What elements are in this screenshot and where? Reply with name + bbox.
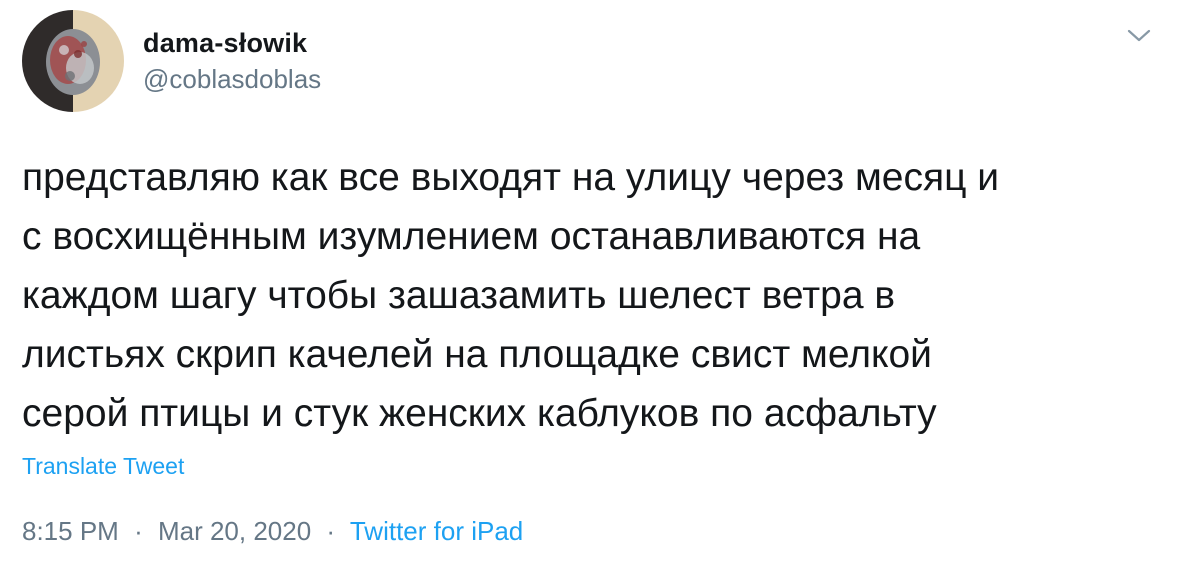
chevron-down-icon[interactable] [1124,26,1154,46]
tweet-text-line: каждом шагу чтобы зашазамить шелест ветр… [22,274,896,317]
meta-separator: · [134,516,143,546]
tweet-text-line: с восхищённым изумлением останавливаются… [22,215,921,258]
translate-tweet-link[interactable]: Translate Tweet [22,453,184,480]
avatar[interactable] [22,10,124,112]
tweet-date[interactable]: Mar 20, 2020 [158,516,311,546]
tweet-card: dama-słowik @coblasdoblas представляю ка… [0,0,1178,574]
tweet-meta: 8:15 PM · Mar 20, 2020 · Twitter for iPa… [22,516,523,547]
meta-separator: · [326,516,336,546]
tweet-text-line: серой птицы и стук женских каблуков по а… [22,392,937,435]
display-name[interactable]: dama-słowik [143,28,307,59]
user-handle[interactable]: @coblasdoblas [143,64,321,95]
tweet-text: представляю как все выходят на улицу чер… [22,148,1152,443]
tweet-text-line: листьях скрип качелей на площадке свист … [22,333,932,376]
tweet-source-link[interactable]: Twitter for iPad [350,516,523,546]
tweet-text-line: представляю как все выходят на улицу чер… [22,156,1000,199]
tweet-time[interactable]: 8:15 PM [22,516,119,546]
